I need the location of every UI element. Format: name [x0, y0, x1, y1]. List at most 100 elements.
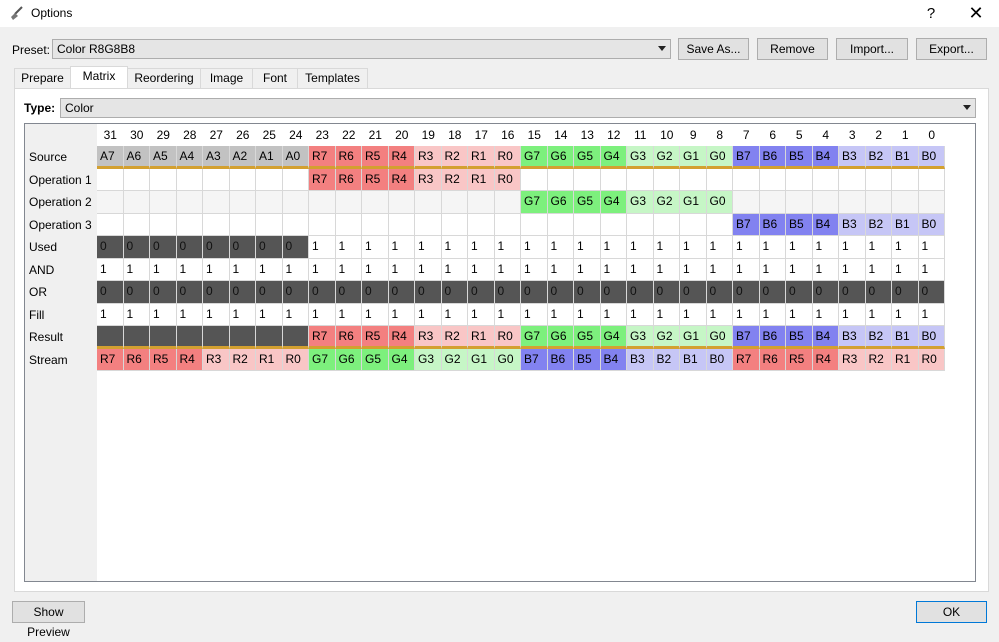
- matrix-cell[interactable]: 1: [441, 303, 468, 326]
- matrix-cell[interactable]: B1: [680, 348, 707, 371]
- matrix-cell[interactable]: 0: [759, 281, 786, 304]
- matrix-cell[interactable]: R4: [176, 348, 203, 371]
- matrix-cell[interactable]: 1: [150, 303, 177, 326]
- matrix-cell[interactable]: 1: [521, 236, 548, 259]
- matrix-cell[interactable]: 1: [176, 303, 203, 326]
- matrix-cell[interactable]: G4: [388, 348, 415, 371]
- matrix-cell[interactable]: G7: [521, 146, 548, 169]
- matrix-cell[interactable]: 1: [918, 258, 945, 281]
- matrix-cell[interactable]: 1: [812, 303, 839, 326]
- matrix-cell[interactable]: B2: [865, 146, 892, 169]
- matrix-cell[interactable]: [547, 213, 574, 236]
- matrix-cell[interactable]: 1: [97, 303, 124, 326]
- matrix-cell[interactable]: [839, 168, 866, 191]
- matrix-cell[interactable]: 0: [468, 281, 495, 304]
- matrix-cell[interactable]: 1: [600, 236, 627, 259]
- matrix-cell[interactable]: [150, 191, 177, 214]
- matrix-cell[interactable]: [203, 168, 230, 191]
- matrix-cell[interactable]: 1: [468, 303, 495, 326]
- matrix-cell[interactable]: 1: [468, 258, 495, 281]
- matrix-cell[interactable]: [229, 213, 256, 236]
- matrix-cell[interactable]: [362, 191, 389, 214]
- matrix-cell[interactable]: [309, 191, 336, 214]
- matrix-cell[interactable]: 1: [892, 258, 919, 281]
- matrix-cell[interactable]: R2: [441, 168, 468, 191]
- tab-prepare[interactable]: Prepare: [14, 68, 71, 88]
- matrix-cell[interactable]: 0: [229, 281, 256, 304]
- matrix-cell[interactable]: [176, 326, 203, 349]
- matrix-cell[interactable]: [865, 191, 892, 214]
- matrix-cell[interactable]: 0: [229, 236, 256, 259]
- matrix-cell[interactable]: 1: [918, 303, 945, 326]
- matrix-cell[interactable]: R6: [123, 348, 150, 371]
- matrix-cell[interactable]: 0: [415, 281, 442, 304]
- matrix-cell[interactable]: 1: [309, 303, 336, 326]
- matrix-cell[interactable]: [680, 168, 707, 191]
- matrix-cell[interactable]: A5: [150, 146, 177, 169]
- matrix-cell[interactable]: [309, 213, 336, 236]
- matrix-cell[interactable]: R0: [494, 146, 521, 169]
- matrix-cell[interactable]: 0: [282, 236, 309, 259]
- matrix-cell[interactable]: A3: [203, 146, 230, 169]
- matrix-cell[interactable]: B1: [892, 146, 919, 169]
- matrix-cell[interactable]: [229, 326, 256, 349]
- matrix-cell[interactable]: 0: [600, 281, 627, 304]
- matrix-cell[interactable]: [256, 191, 283, 214]
- matrix-cell[interactable]: 0: [627, 281, 654, 304]
- matrix-cell[interactable]: [759, 191, 786, 214]
- matrix-cell[interactable]: 0: [97, 236, 124, 259]
- matrix-cell[interactable]: G7: [309, 348, 336, 371]
- matrix-cell[interactable]: [256, 168, 283, 191]
- matrix-cell[interactable]: B3: [627, 348, 654, 371]
- matrix-cell[interactable]: R1: [256, 348, 283, 371]
- matrix-cell[interactable]: [653, 213, 680, 236]
- matrix-cell[interactable]: [282, 191, 309, 214]
- matrix-cell[interactable]: 1: [759, 258, 786, 281]
- matrix-cell[interactable]: 0: [812, 281, 839, 304]
- matrix-cell[interactable]: R5: [362, 326, 389, 349]
- matrix-cell[interactable]: R7: [309, 326, 336, 349]
- matrix-cell[interactable]: 0: [123, 281, 150, 304]
- matrix-cell[interactable]: 1: [706, 303, 733, 326]
- matrix-cell[interactable]: G3: [627, 326, 654, 349]
- matrix-cell[interactable]: B0: [918, 326, 945, 349]
- matrix-cell[interactable]: 1: [865, 303, 892, 326]
- matrix-cell[interactable]: G1: [468, 348, 495, 371]
- matrix-cell[interactable]: 0: [653, 281, 680, 304]
- matrix-cell[interactable]: [123, 326, 150, 349]
- tab-font[interactable]: Font: [252, 68, 298, 88]
- matrix-cell[interactable]: 1: [521, 303, 548, 326]
- matrix-cell[interactable]: 0: [150, 236, 177, 259]
- matrix-cell[interactable]: [468, 191, 495, 214]
- matrix-cell[interactable]: 1: [892, 236, 919, 259]
- matrix-cell[interactable]: R5: [786, 348, 813, 371]
- matrix-cell[interactable]: B6: [759, 213, 786, 236]
- matrix-cell[interactable]: 1: [839, 258, 866, 281]
- matrix-cell[interactable]: 1: [494, 258, 521, 281]
- help-button[interactable]: ?: [908, 0, 954, 27]
- matrix-cell[interactable]: 1: [627, 236, 654, 259]
- tab-reordering[interactable]: Reordering: [127, 68, 201, 88]
- matrix-cell[interactable]: R7: [97, 348, 124, 371]
- matrix-cell[interactable]: B7: [733, 326, 760, 349]
- matrix-cell[interactable]: R6: [335, 168, 362, 191]
- matrix-cell[interactable]: G2: [653, 191, 680, 214]
- matrix-cell[interactable]: [600, 168, 627, 191]
- matrix-cell[interactable]: G1: [680, 326, 707, 349]
- matrix-cell[interactable]: 1: [415, 303, 442, 326]
- matrix-cell[interactable]: 1: [547, 303, 574, 326]
- type-select[interactable]: Color: [60, 98, 976, 118]
- matrix-cell[interactable]: [256, 326, 283, 349]
- matrix-cell[interactable]: A4: [176, 146, 203, 169]
- matrix-cell[interactable]: 1: [309, 258, 336, 281]
- matrix-cell[interactable]: R4: [388, 146, 415, 169]
- matrix-cell[interactable]: [203, 191, 230, 214]
- matrix-cell[interactable]: [468, 213, 495, 236]
- matrix-cell[interactable]: [653, 168, 680, 191]
- matrix-cell[interactable]: 1: [415, 236, 442, 259]
- matrix-cell[interactable]: B6: [759, 326, 786, 349]
- matrix-cell[interactable]: 1: [176, 258, 203, 281]
- matrix-cell[interactable]: 1: [680, 258, 707, 281]
- matrix-cell[interactable]: G6: [335, 348, 362, 371]
- matrix-cell[interactable]: G5: [574, 191, 601, 214]
